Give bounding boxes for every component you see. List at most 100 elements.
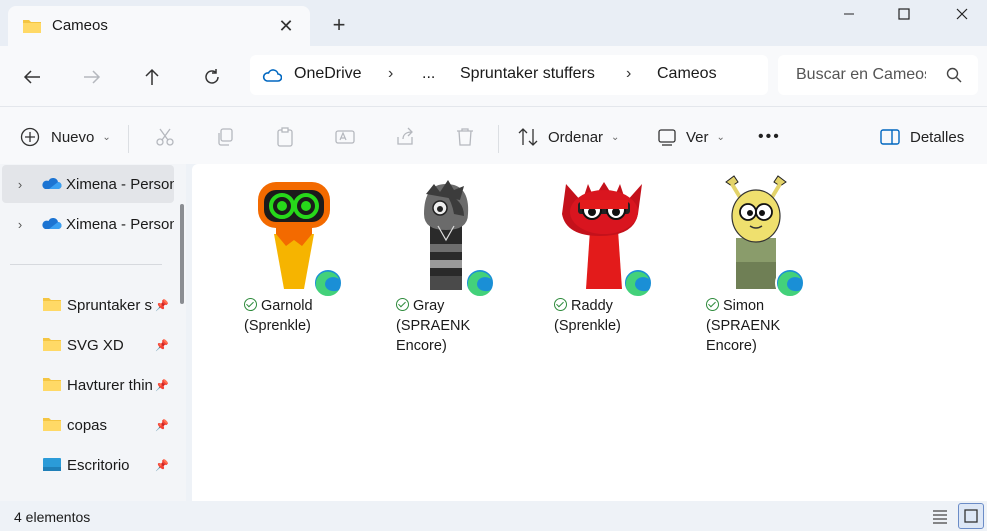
forward-button[interactable] <box>75 60 109 94</box>
up-button[interactable] <box>135 60 169 94</box>
new-button[interactable]: Nuevo ⌄ <box>20 121 111 153</box>
new-tab-button[interactable]: + <box>326 12 352 38</box>
close-icon <box>956 8 968 20</box>
folder-icon <box>42 296 62 315</box>
sort-label: Ordenar <box>548 128 604 146</box>
address-bar[interactable]: OneDrive › ... Spruntaker stuffers › Cam… <box>250 55 768 95</box>
view-icon <box>658 129 676 146</box>
sidebar-item-svg-xd[interactable]: SVG XD 📌 <box>0 325 186 365</box>
breadcrumb-cameos[interactable]: Cameos <box>657 65 717 83</box>
pin-icon: 📌 <box>155 339 169 352</box>
copy-button[interactable] <box>215 121 235 153</box>
command-bar: Nuevo ⌄ Ordenar ⌄ Ver ⌄ ••• Detalles <box>0 106 987 164</box>
more-options-button[interactable]: ••• <box>758 121 781 153</box>
rename-icon <box>335 130 355 144</box>
sync-check-icon <box>554 298 567 311</box>
sync-check-icon <box>244 298 257 311</box>
pin-icon: 📌 <box>155 299 169 312</box>
trash-icon <box>457 128 473 146</box>
chevron-right-icon[interactable]: › <box>626 65 631 83</box>
minimize-icon <box>844 13 854 15</box>
breadcrumb-more[interactable]: ... <box>422 65 435 83</box>
folder-icon <box>22 18 42 37</box>
status-bar: 4 elementos <box>0 501 987 531</box>
tile-view-icon <box>964 509 978 523</box>
view-button[interactable]: Ver ⌄ <box>657 121 725 153</box>
share-button[interactable] <box>395 121 415 153</box>
delete-button[interactable] <box>455 121 475 153</box>
sort-button[interactable]: Ordenar ⌄ <box>517 121 619 153</box>
new-label: Nuevo <box>51 128 95 146</box>
details-label: Detalles <box>910 128 965 146</box>
breadcrumb-spruntaker-stuffers[interactable]: Spruntaker stuffers <box>460 65 595 83</box>
title-bar: Cameos ✕ + <box>0 0 987 46</box>
chevron-right-icon[interactable]: › <box>0 217 40 232</box>
file-label: Gray (SPRAENK Encore) <box>396 296 514 356</box>
sidebar-item-escritorio[interactable]: Escritorio 📌 <box>0 445 186 485</box>
refresh-button[interactable] <box>195 60 229 94</box>
file-name-line: (Sprenkle) <box>554 318 621 334</box>
file-item-gray[interactable]: Gray (SPRAENK Encore) <box>384 174 514 364</box>
thumbnail <box>244 174 344 299</box>
maximize-icon <box>898 8 910 20</box>
tab-cameos[interactable]: Cameos ✕ <box>8 6 310 46</box>
clipboard-icon <box>277 127 293 147</box>
sidebar-item-label: Havturer things <box>67 376 153 394</box>
file-name-line: (SPRAENK <box>706 318 781 334</box>
file-name-line: Encore) <box>396 338 447 354</box>
back-button[interactable] <box>15 60 49 94</box>
cloud-icon <box>262 68 283 85</box>
sidebar-item-label: SVG XD <box>67 336 124 354</box>
file-name-line: Encore) <box>706 338 757 354</box>
sidebar-item-label: Ximena - Personal <box>66 215 174 233</box>
file-name-line: Raddy <box>571 298 613 314</box>
sidebar-item-copas[interactable]: copas 📌 <box>0 405 186 445</box>
details-button[interactable]: Detalles <box>880 121 964 153</box>
divider <box>498 125 499 153</box>
details-pane-icon <box>880 129 900 145</box>
breadcrumb-onedrive[interactable]: OneDrive <box>294 65 362 83</box>
cut-button[interactable] <box>155 121 175 153</box>
sidebar-item-onedrive-personal-2[interactable]: › Ximena - Personal <box>0 204 186 244</box>
close-window-button[interactable] <box>937 0 987 28</box>
search-input[interactable]: Buscar en Cameos <box>796 66 926 84</box>
file-item-simon[interactable]: Simon (SPRAENK Encore) <box>694 174 824 364</box>
sidebar-item-havturer[interactable]: Havturer things 📌 <box>0 365 186 405</box>
divider <box>10 264 162 265</box>
sync-check-icon <box>396 298 409 311</box>
refresh-icon <box>205 69 219 84</box>
sidebar-item-onedrive-personal[interactable]: › Ximena - Personal <box>0 164 186 204</box>
file-name-line: (Sprenkle) <box>244 318 311 334</box>
details-view-button[interactable] <box>932 508 948 527</box>
file-item-garnold[interactable]: Garnold (Sprenkle) <box>232 174 362 364</box>
chevron-right-icon[interactable]: › <box>388 65 393 83</box>
sync-check-icon <box>706 298 719 311</box>
copy-icon <box>218 128 233 146</box>
thumbnail <box>706 174 806 299</box>
arrow-right-icon <box>84 70 101 84</box>
navigation-pane: › Ximena - Personal › Ximena - Personal … <box>0 164 186 501</box>
tab-title: Cameos <box>52 17 108 34</box>
edge-browser-icon <box>464 267 496 299</box>
chevron-down-icon: ⌄ <box>611 131 620 143</box>
arrow-left-icon <box>23 70 40 84</box>
maximize-button[interactable] <box>879 0 929 28</box>
file-label: Simon (SPRAENK Encore) <box>706 296 824 356</box>
search-icon <box>946 67 962 86</box>
sidebar-item-spruntaker[interactable]: Spruntaker stuffers 📌 <box>0 285 186 325</box>
file-item-raddy[interactable]: Raddy (Sprenkle) <box>542 174 672 364</box>
search-box[interactable]: Buscar en Cameos <box>778 55 978 95</box>
minimize-button[interactable] <box>824 0 874 28</box>
chevron-down-icon: ⌄ <box>102 131 111 143</box>
close-tab-button[interactable]: ✕ <box>274 14 298 38</box>
desktop-icon <box>42 456 62 475</box>
pin-icon: 📌 <box>155 419 169 432</box>
paste-button[interactable] <box>275 121 295 153</box>
rename-button[interactable] <box>335 121 355 153</box>
chevron-right-icon[interactable]: › <box>0 177 40 192</box>
large-icons-view-button[interactable] <box>958 503 984 529</box>
divider <box>128 125 129 153</box>
file-name-line: Garnold <box>261 298 313 314</box>
sidebar-scrollbar[interactable] <box>180 204 184 304</box>
folder-icon <box>42 416 62 435</box>
